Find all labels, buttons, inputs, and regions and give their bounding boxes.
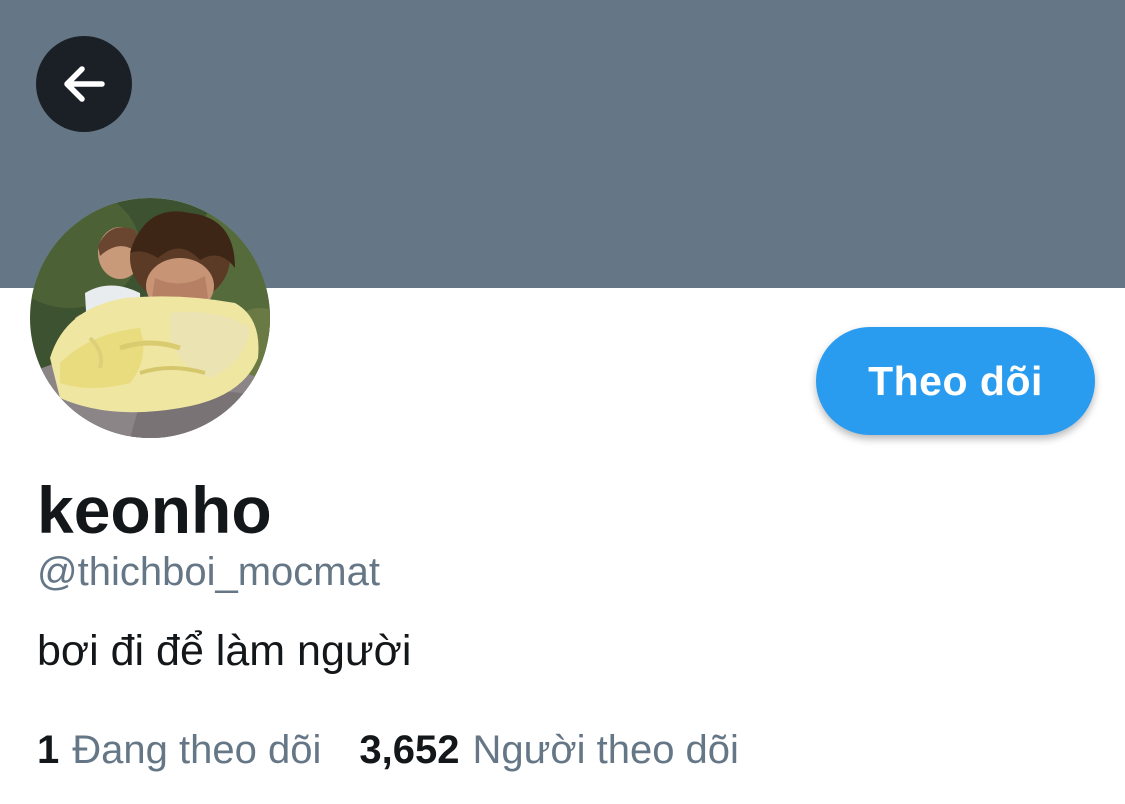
arrow-left-icon — [58, 58, 110, 110]
followers-count: 3,652 — [359, 728, 460, 772]
followers-label: Người theo dõi — [472, 728, 739, 772]
avatar[interactable] — [30, 198, 270, 438]
profile-page: Theo dõi keonho @thichboi_mocmat bơi đi … — [0, 0, 1125, 804]
username-handle: @thichboi_mocmat — [37, 550, 380, 594]
back-button[interactable] — [36, 36, 132, 132]
following-stat[interactable]: 1 Đang theo dõi — [37, 726, 321, 774]
follow-button[interactable]: Theo dõi — [816, 327, 1095, 435]
followers-stat[interactable]: 3,652 Người theo dõi — [359, 726, 739, 774]
profile-bio: bơi đi để làm người — [37, 627, 412, 675]
follow-stats: 1 Đang theo dõi 3,652 Người theo dõi — [37, 726, 739, 774]
following-count: 1 — [37, 728, 60, 772]
following-label: Đang theo dõi — [72, 728, 322, 772]
display-name: keonho — [37, 473, 272, 547]
